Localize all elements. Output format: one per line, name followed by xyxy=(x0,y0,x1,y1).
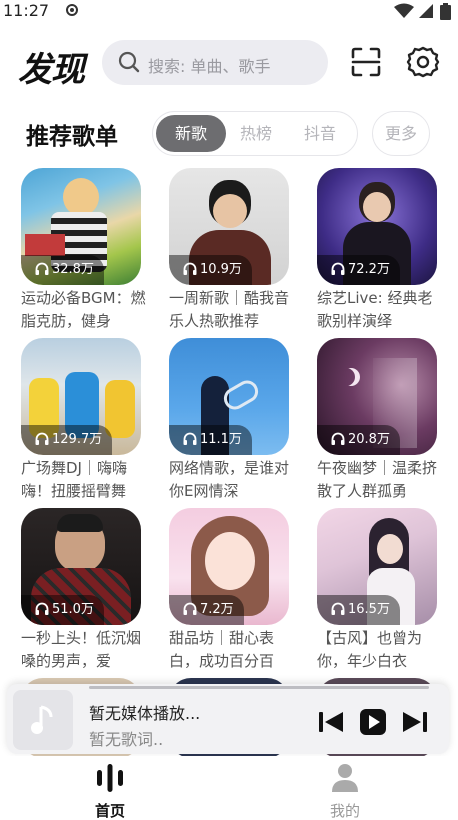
tab-hot-chart[interactable]: 热榜 xyxy=(221,115,291,152)
play-count-badge: 16.5万 xyxy=(317,595,400,625)
signal-icon xyxy=(419,4,433,18)
playlist-card[interactable]: 20.8万 午夜幽梦｜温柔挤散了人群孤勇 xyxy=(317,338,437,503)
play-count: 51.0万 xyxy=(52,602,94,617)
tab-douyin[interactable]: 抖音 xyxy=(285,115,355,152)
nav-home[interactable]: 首页 xyxy=(70,762,150,820)
playlist-cover: 20.8万 xyxy=(317,338,437,455)
more-button[interactable]: 更多 xyxy=(372,111,430,156)
headphones-icon xyxy=(35,432,49,445)
search-input[interactable]: 搜索: 单曲、歌手 xyxy=(102,40,328,85)
play-count-badge: 20.8万 xyxy=(317,425,400,455)
playlist-caption: 运动必备BGM：燃脂克肪，健身 xyxy=(21,289,146,330)
headphones-icon xyxy=(183,262,197,275)
previous-track-icon[interactable] xyxy=(317,708,345,736)
playlist-card[interactable]: 16.5万 【古风】也曾为你，年少白衣 xyxy=(317,508,437,673)
headphones-icon xyxy=(35,602,49,615)
nav-home-label: 首页 xyxy=(94,802,125,820)
playlist-caption: 一秒上头！低沉烟嗓的男声，爱 xyxy=(21,629,142,670)
now-playing-title: 暂无媒体播放... xyxy=(89,704,201,723)
playlist-cover: 51.0万 xyxy=(21,508,141,625)
search-icon xyxy=(118,51,140,73)
playlist-caption: 广场舞DJ｜嗨嗨嗨！扭腰摇臂舞 xyxy=(21,459,127,500)
play-count-badge: 72.2万 xyxy=(317,255,400,285)
play-count: 32.8万 xyxy=(52,262,94,277)
play-count: 72.2万 xyxy=(348,262,390,277)
playlist-cover: 72.2万 xyxy=(317,168,437,285)
search-placeholder: 搜索: 单曲、歌手 xyxy=(148,57,271,76)
playlist-caption: 网络情歌，是谁对你E网情深 xyxy=(169,459,290,500)
playlist-cover: 16.5万 xyxy=(317,508,437,625)
sound-bars-icon xyxy=(97,764,123,792)
header: 发现 搜索: 单曲、歌手 xyxy=(0,36,458,90)
play-count: 129.7万 xyxy=(52,432,103,447)
play-count-badge: 11.1万 xyxy=(169,425,252,455)
scan-icon[interactable] xyxy=(350,46,382,78)
headphones-icon xyxy=(35,262,49,275)
play-count-badge: 7.2万 xyxy=(169,595,244,625)
headphones-icon xyxy=(331,262,345,275)
settings-gear-icon[interactable] xyxy=(406,45,440,79)
playlist-card[interactable]: 10.9万 一周新歌｜酷我音乐人热歌推荐 xyxy=(169,168,289,333)
play-count-badge: 51.0万 xyxy=(21,595,104,625)
playlist-cover: 129.7万 xyxy=(21,338,141,455)
playlist-cover: 7.2万 xyxy=(169,508,289,625)
playlist-card[interactable]: 51.0万 一秒上头！低沉烟嗓的男声，爱 xyxy=(21,508,141,673)
nav-profile[interactable]: 我的 xyxy=(305,762,385,820)
play-count: 7.2万 xyxy=(200,602,234,617)
headphones-icon xyxy=(183,602,197,615)
playlist-card[interactable]: 129.7万 广场舞DJ｜嗨嗨嗨！扭腰摇臂舞 xyxy=(21,338,141,503)
headphones-icon xyxy=(331,432,345,445)
playlist-card[interactable]: 11.1万 网络情歌，是谁对你E网情深 xyxy=(169,338,289,503)
play-count: 16.5万 xyxy=(348,602,390,617)
album-art-placeholder xyxy=(13,690,73,750)
play-count-badge: 10.9万 xyxy=(169,255,252,285)
user-icon xyxy=(332,764,358,792)
playlist-card[interactable]: 7.2万 甜品坊｜甜心表白，成功百分百 xyxy=(169,508,289,673)
play-count: 10.9万 xyxy=(200,262,242,277)
playlist-card[interactable]: 32.8万 运动必备BGM：燃脂克肪，健身 xyxy=(21,168,146,333)
now-playing-lyrics: 暂无歌词.. xyxy=(89,730,164,749)
tab-new-songs[interactable]: 新歌 xyxy=(156,115,226,152)
nav-profile-label: 我的 xyxy=(329,802,360,820)
section-title: 推荐歌单 xyxy=(26,124,118,150)
bottom-nav: 首页 我的 xyxy=(0,756,458,820)
play-count-badge: 129.7万 xyxy=(21,425,113,455)
playlist-card[interactable]: 72.2万 综艺Live: 经典老歌别样演绎 xyxy=(317,168,437,333)
play-count: 11.1万 xyxy=(200,432,242,447)
wifi-icon xyxy=(394,3,414,18)
playlist-caption: 综艺Live: 经典老歌别样演绎 xyxy=(317,289,433,330)
status-time: 11:27 xyxy=(3,1,50,20)
play-count-badge: 32.8万 xyxy=(21,255,104,285)
playlist-cover: 10.9万 xyxy=(169,168,289,285)
playback-progress-bar[interactable] xyxy=(89,686,429,689)
battery-icon xyxy=(440,3,451,20)
play-icon[interactable] xyxy=(359,708,387,736)
play-count: 20.8万 xyxy=(348,432,390,447)
playlist-caption: 一周新歌｜酷我音乐人热歌推荐 xyxy=(169,289,290,330)
music-note-icon xyxy=(31,705,53,734)
tab-bar: 新歌 热榜 抖音 xyxy=(152,111,358,156)
page-title: 发现 xyxy=(18,50,85,90)
playlist-caption: 【古风】也曾为你，年少白衣 xyxy=(317,629,423,670)
next-track-icon[interactable] xyxy=(401,708,429,736)
mini-player[interactable]: 暂无媒体播放... 暂无歌词.. xyxy=(7,684,449,754)
status-bar: 11:27 xyxy=(0,0,458,24)
playlist-caption: 午夜幽梦｜温柔挤散了人群孤勇 xyxy=(317,459,438,500)
playlist-cover: 32.8万 xyxy=(21,168,141,285)
playlist-caption: 甜品坊｜甜心表白，成功百分百 xyxy=(169,629,275,670)
headphones-icon xyxy=(331,602,345,615)
headphones-icon xyxy=(183,432,197,445)
notification-dot-icon xyxy=(66,4,78,16)
playlist-cover: 11.1万 xyxy=(169,338,289,455)
